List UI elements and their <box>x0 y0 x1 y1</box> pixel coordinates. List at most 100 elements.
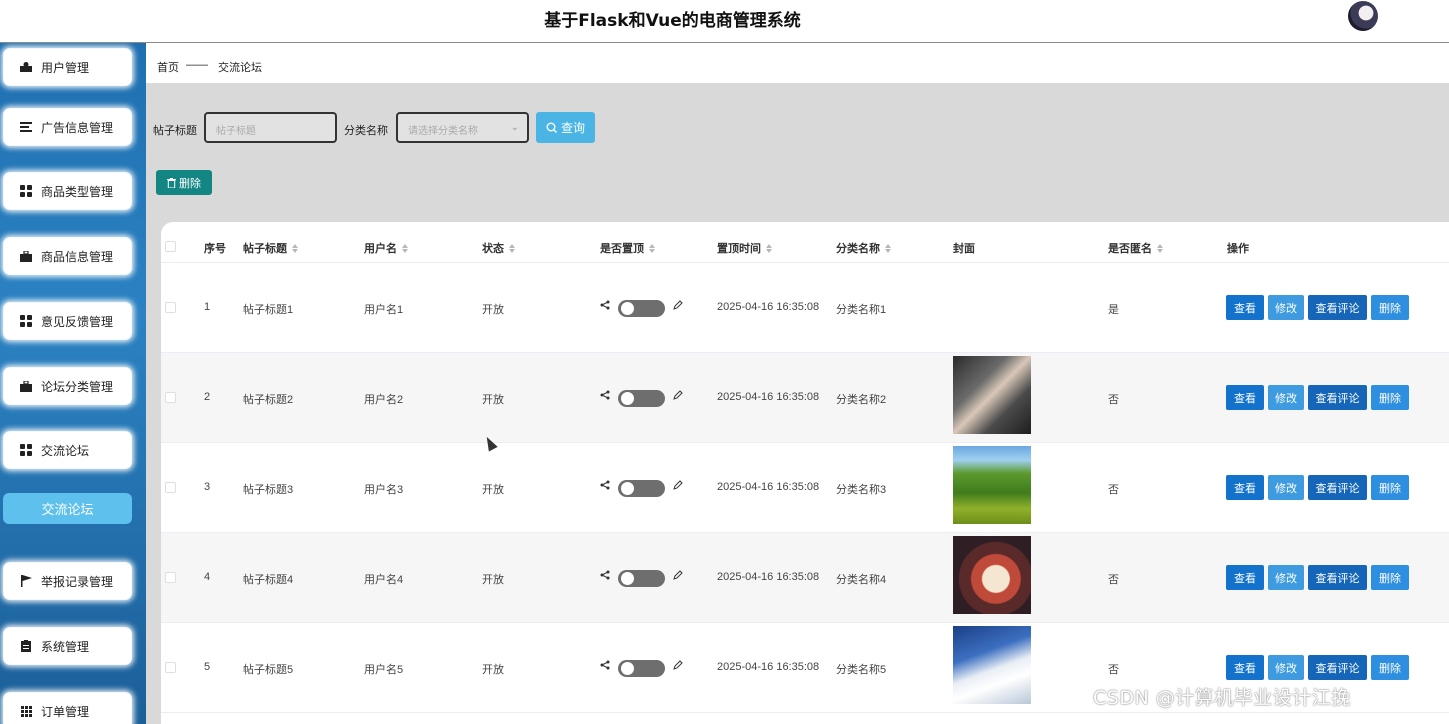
row-checkbox[interactable] <box>165 572 176 583</box>
title-search-input[interactable]: 帖子标题 <box>204 112 337 143</box>
pinned-toggle[interactable] <box>618 570 665 587</box>
share-icon[interactable] <box>600 570 610 583</box>
pinned-toggle[interactable] <box>618 390 665 407</box>
watermark: CSDN @计算机毕业设计江挽 <box>1093 687 1351 709</box>
row-checkbox[interactable] <box>165 392 176 403</box>
delete-button[interactable]: 删除 <box>1371 385 1409 410</box>
edit-pen-icon[interactable] <box>673 480 683 493</box>
breadcrumb-home[interactable]: 首页 <box>157 59 179 75</box>
batch-delete-button[interactable]: 删除 <box>156 170 212 195</box>
col-anonymous[interactable]: 是否匿名 <box>1108 240 1163 256</box>
edit-pen-icon[interactable] <box>673 300 683 313</box>
sidebar-item-ads[interactable]: 广告信息管理 <box>4 109 131 145</box>
breadcrumb-current: 交流论坛 <box>218 62 262 74</box>
view-button[interactable]: 查看 <box>1226 565 1264 590</box>
cell-pin-time: 2025-04-16 16:35:08 <box>717 391 820 403</box>
view-button[interactable]: 查看 <box>1226 475 1264 500</box>
sort-icon[interactable] <box>885 243 891 253</box>
delete-button[interactable]: 删除 <box>1371 655 1409 680</box>
view-comments-button[interactable]: 查看评论 <box>1308 565 1367 590</box>
view-button[interactable]: 查看 <box>1226 385 1264 410</box>
sort-icon[interactable] <box>766 243 772 253</box>
view-comments-button[interactable]: 查看评论 <box>1308 385 1367 410</box>
delete-button[interactable]: 删除 <box>1371 295 1409 320</box>
grid9-icon <box>19 704 33 718</box>
sidebar-item-reports[interactable]: 举报记录管理 <box>4 563 131 599</box>
col-status[interactable]: 状态 <box>482 240 515 256</box>
cover-image[interactable] <box>953 446 1031 524</box>
share-icon[interactable] <box>600 390 610 403</box>
view-button[interactable]: 查看 <box>1226 295 1264 320</box>
pinned-toggle[interactable] <box>618 660 665 677</box>
pinned-toggle[interactable] <box>618 480 665 497</box>
sidebar-item-users[interactable]: 用户管理 <box>4 49 131 85</box>
pinned-toggle[interactable] <box>618 300 665 317</box>
cell-title: 帖子标题3 <box>243 484 294 496</box>
cover-image[interactable] <box>953 356 1031 434</box>
sort-icon[interactable] <box>1157 243 1163 253</box>
delete-button[interactable]: 删除 <box>1371 475 1409 500</box>
sort-icon[interactable] <box>292 243 298 253</box>
edit-button[interactable]: 修改 <box>1268 565 1304 590</box>
cover-image[interactable] <box>953 626 1031 704</box>
row-checkbox[interactable] <box>165 302 176 313</box>
cell-index: 1 <box>204 301 211 313</box>
sidebar-item-forum[interactable]: 交流论坛 <box>4 432 131 468</box>
view-button[interactable]: 查看 <box>1226 655 1264 680</box>
batch-delete-label: 删除 <box>179 177 201 190</box>
col-cover: 封面 <box>953 240 975 256</box>
delete-button[interactable]: 删除 <box>1371 565 1409 590</box>
edit-button[interactable]: 修改 <box>1268 385 1304 410</box>
col-actions-label: 操作 <box>1227 243 1249 255</box>
sidebar-item-product-types[interactable]: 商品类型管理 <box>4 173 131 209</box>
row-checkbox[interactable] <box>165 662 176 673</box>
table-row: 1 帖子标题1 用户名1 开放 2025-04-16 16:35:08 分类名称1 是 查看修… <box>161 263 1449 353</box>
share-icon[interactable] <box>600 480 610 493</box>
col-status-label: 状态 <box>482 243 504 255</box>
title-filter-label: 帖子标题 <box>153 125 197 137</box>
flag-icon <box>19 574 33 588</box>
col-pin-time-label: 置顶时间 <box>717 243 761 255</box>
sort-icon[interactable] <box>649 243 655 253</box>
edit-pen-icon[interactable] <box>673 660 683 673</box>
col-category[interactable]: 分类名称 <box>836 240 891 256</box>
cell-anonymous: 否 <box>1108 574 1119 586</box>
cell-title: 帖子标题1 <box>243 304 294 316</box>
cell-title: 帖子标题4 <box>243 574 294 586</box>
sidebar-item-feedback[interactable]: 意见反馈管理 <box>4 303 131 339</box>
view-comments-button[interactable]: 查看评论 <box>1308 655 1367 680</box>
edit-pen-icon[interactable] <box>673 570 683 583</box>
sort-icon[interactable] <box>402 243 408 253</box>
edit-pen-icon[interactable] <box>673 390 683 403</box>
table-row: 2 帖子标题2 用户名2 开放 2025-04-16 16:35:08 分类名称2 否 查看修… <box>161 353 1449 443</box>
sidebar-subitem-forum[interactable]: 交流论坛 <box>3 493 132 524</box>
select-all-checkbox[interactable] <box>165 241 176 252</box>
edit-button[interactable]: 修改 <box>1268 475 1304 500</box>
view-comments-button[interactable]: 查看评论 <box>1308 475 1367 500</box>
edit-button[interactable]: 修改 <box>1268 295 1304 320</box>
col-index: 序号 <box>204 240 226 256</box>
col-pinned[interactable]: 是否置顶 <box>600 240 655 256</box>
row-checkbox[interactable] <box>165 482 176 493</box>
cell-status: 开放 <box>482 664 504 676</box>
grid-icon <box>19 314 33 328</box>
share-icon[interactable] <box>600 300 610 313</box>
sidebar-item-orders[interactable]: 订单管理 <box>4 693 131 724</box>
cell-category: 分类名称4 <box>836 574 887 586</box>
share-icon[interactable] <box>600 660 610 673</box>
avatar[interactable] <box>1348 1 1378 31</box>
col-user[interactable]: 用户名 <box>364 240 408 256</box>
sidebar-item-system[interactable]: 系统管理 <box>4 628 131 664</box>
trash-icon <box>167 177 176 188</box>
cell-user: 用户名2 <box>364 394 404 406</box>
col-pin-time[interactable]: 置顶时间 <box>717 240 772 256</box>
sidebar-item-forum-categories[interactable]: 论坛分类管理 <box>4 368 131 404</box>
sidebar-item-products[interactable]: 商品信息管理 <box>4 238 131 274</box>
col-title[interactable]: 帖子标题 <box>243 240 298 256</box>
sort-icon[interactable] <box>509 243 515 253</box>
view-comments-button[interactable]: 查看评论 <box>1308 295 1367 320</box>
category-select[interactable]: 请选择分类名称 ⌄ <box>396 112 529 143</box>
query-button[interactable]: 查询 <box>536 112 595 143</box>
cover-image[interactable] <box>953 536 1031 614</box>
edit-button[interactable]: 修改 <box>1268 655 1304 680</box>
